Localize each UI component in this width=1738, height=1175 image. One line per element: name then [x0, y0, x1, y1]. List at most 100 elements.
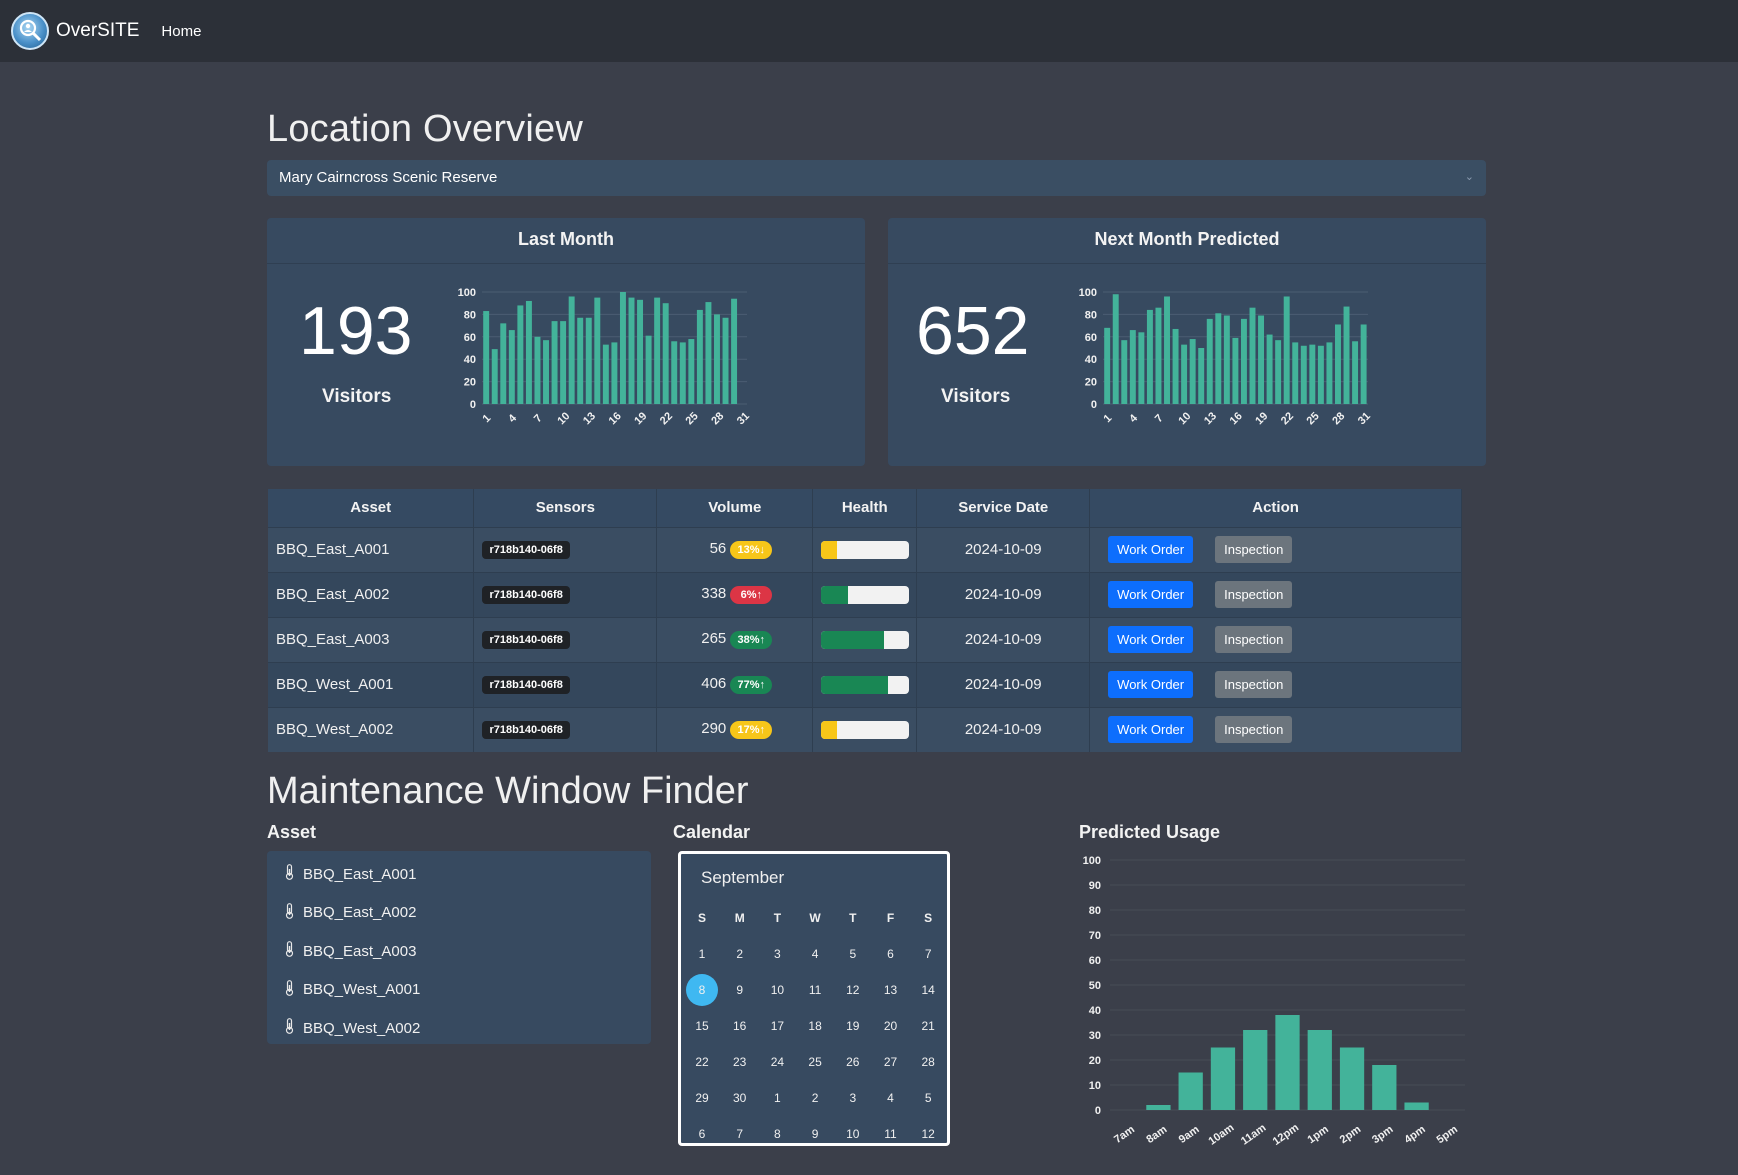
- sensor-badge[interactable]: r718b140-06f8: [482, 631, 570, 649]
- chart-bar: [1189, 339, 1196, 404]
- work-order-button[interactable]: Work Order: [1108, 626, 1194, 653]
- calendar-day[interactable]: 28: [911, 1047, 945, 1077]
- inspection-button[interactable]: Inspection: [1215, 671, 1293, 698]
- chart-bar: [696, 309, 703, 404]
- volume-value: 56: [709, 540, 727, 557]
- calendar-day[interactable]: 19: [836, 1011, 870, 1041]
- chart-bar: [1164, 296, 1170, 404]
- calendar-day[interactable]: 2: [723, 939, 757, 969]
- calendar-day[interactable]: 3: [760, 939, 794, 969]
- brand[interactable]: OverSITE: [11, 12, 139, 50]
- calendar-day[interactable]: 1: [685, 939, 719, 969]
- calendar-day[interactable]: 5: [836, 939, 870, 969]
- inspection-button[interactable]: Inspection: [1215, 536, 1293, 563]
- calendar-day[interactable]: 4: [798, 939, 832, 969]
- list-item[interactable]: BBQ_East_A003: [267, 932, 651, 971]
- calendar-day[interactable]: 3: [836, 1083, 870, 1113]
- calendar-day[interactable]: 10: [760, 975, 794, 1005]
- calendar-day[interactable]: 11: [798, 975, 832, 1005]
- sensor-badge[interactable]: r718b140-06f8: [482, 721, 570, 740]
- calendar-day[interactable]: 24: [760, 1047, 794, 1077]
- location-select[interactable]: Mary Cairncross Scenic Reserve ⌄: [267, 160, 1486, 196]
- calendar-day[interactable]: 21: [911, 1011, 945, 1041]
- header-health[interactable]: Health: [812, 489, 918, 527]
- calendar-day[interactable]: 15: [685, 1011, 719, 1041]
- calendar-day[interactable]: 22: [685, 1047, 719, 1077]
- calendar-day[interactable]: 29: [685, 1083, 719, 1113]
- calendar-day[interactable]: 20: [874, 1011, 908, 1041]
- chart-bar: [1372, 1065, 1397, 1110]
- calendar-day[interactable]: 6: [874, 939, 908, 969]
- calendar-day[interactable]: 12: [836, 975, 870, 1005]
- calendar-day[interactable]: 13: [874, 975, 908, 1005]
- list-item[interactable]: BBQ_West_A002: [267, 1009, 651, 1048]
- calendar-day-selected[interactable]: 8: [686, 974, 718, 1006]
- calendar-day[interactable]: 16: [723, 1011, 757, 1041]
- calendar-day[interactable]: 7: [723, 1119, 757, 1149]
- action-cell: Work Order Inspection: [1089, 661, 1462, 707]
- inspection-button[interactable]: Inspection: [1215, 626, 1293, 653]
- calendar-day[interactable]: 30: [723, 1083, 757, 1113]
- calendar-day[interactable]: 11: [874, 1119, 908, 1149]
- header-service-date[interactable]: Service Date: [916, 489, 1091, 527]
- header-sensors[interactable]: Sensors: [473, 489, 658, 527]
- thermometer-icon: [285, 1018, 294, 1038]
- work-order-button[interactable]: Work Order: [1108, 671, 1194, 698]
- calendar-day[interactable]: 9: [798, 1119, 832, 1149]
- nav-home-link[interactable]: Home: [161, 23, 201, 40]
- x-tick-label: 10: [555, 410, 572, 427]
- chart-bar: [1210, 1047, 1236, 1110]
- next-month-title: Next Month Predicted: [888, 218, 1486, 264]
- chart-bar: [1178, 1072, 1203, 1110]
- chart-bar: [534, 336, 541, 404]
- health-bar-fill: [820, 585, 849, 604]
- list-item[interactable]: BBQ_East_A002: [267, 894, 651, 933]
- calendar-day[interactable]: 23: [723, 1047, 757, 1077]
- calendar-day[interactable]: 17: [760, 1011, 794, 1041]
- calendar-day[interactable]: 4: [874, 1083, 908, 1113]
- calendar-day[interactable]: 6: [685, 1119, 719, 1149]
- calendar-day[interactable]: 7: [911, 939, 945, 969]
- calendar-day[interactable]: 12: [911, 1119, 945, 1149]
- sensor-badge[interactable]: r718b140-06f8: [482, 541, 570, 559]
- list-item-label: BBQ_East_A003: [303, 942, 417, 960]
- chart-bar: [1155, 307, 1162, 404]
- sensors-cell: r718b140-06f8: [473, 661, 658, 707]
- header-volume[interactable]: Volume: [656, 489, 814, 527]
- work-order-button[interactable]: Work Order: [1108, 581, 1194, 608]
- calendar-day[interactable]: 14: [911, 975, 945, 1005]
- calendar-day[interactable]: 2: [798, 1083, 832, 1113]
- sensor-badge[interactable]: r718b140-06f8: [482, 586, 570, 604]
- header-asset[interactable]: Asset: [268, 489, 475, 527]
- table-row: BBQ_East_A003 r718b140-06f8 265 38%↑ 2024-10…: [268, 616, 1462, 662]
- list-item[interactable]: BBQ_East_A001: [267, 855, 651, 894]
- inspection-button[interactable]: Inspection: [1215, 581, 1293, 608]
- x-tick-label: 2pm: [1338, 1123, 1364, 1146]
- chart-bar: [1283, 296, 1290, 404]
- chart-bar: [1266, 334, 1273, 404]
- calendar-day[interactable]: 26: [836, 1047, 870, 1077]
- calendar-day[interactable]: 10: [836, 1119, 870, 1149]
- chart-bar: [1146, 1105, 1171, 1110]
- calendar-day[interactable]: 1: [760, 1083, 794, 1113]
- volume-value: 290: [701, 720, 727, 738]
- chart-bar: [1275, 340, 1282, 404]
- chart-bar: [1206, 318, 1213, 404]
- calendar-day[interactable]: 8: [760, 1119, 794, 1149]
- volume-change-badge: 17%↑: [730, 721, 773, 740]
- calendar-day[interactable]: 25: [798, 1047, 832, 1077]
- calendar-day[interactable]: 27: [874, 1047, 908, 1077]
- calendar-day[interactable]: 18: [798, 1011, 832, 1041]
- chart-bar: [1243, 1030, 1268, 1110]
- inspection-button[interactable]: Inspection: [1215, 716, 1293, 744]
- work-order-button[interactable]: Work Order: [1108, 716, 1194, 744]
- calendar-day[interactable]: 9: [723, 975, 757, 1005]
- y-tick-label: 100: [1083, 855, 1101, 867]
- list-item[interactable]: BBQ_West_A001: [267, 971, 651, 1010]
- x-tick-label: 12pm: [1271, 1121, 1302, 1147]
- work-order-button[interactable]: Work Order: [1108, 536, 1194, 563]
- sensor-badge[interactable]: r718b140-06f8: [482, 676, 570, 694]
- x-tick-label: 31: [735, 410, 752, 427]
- calendar-dow: T: [849, 911, 857, 925]
- calendar-day[interactable]: 5: [911, 1083, 945, 1113]
